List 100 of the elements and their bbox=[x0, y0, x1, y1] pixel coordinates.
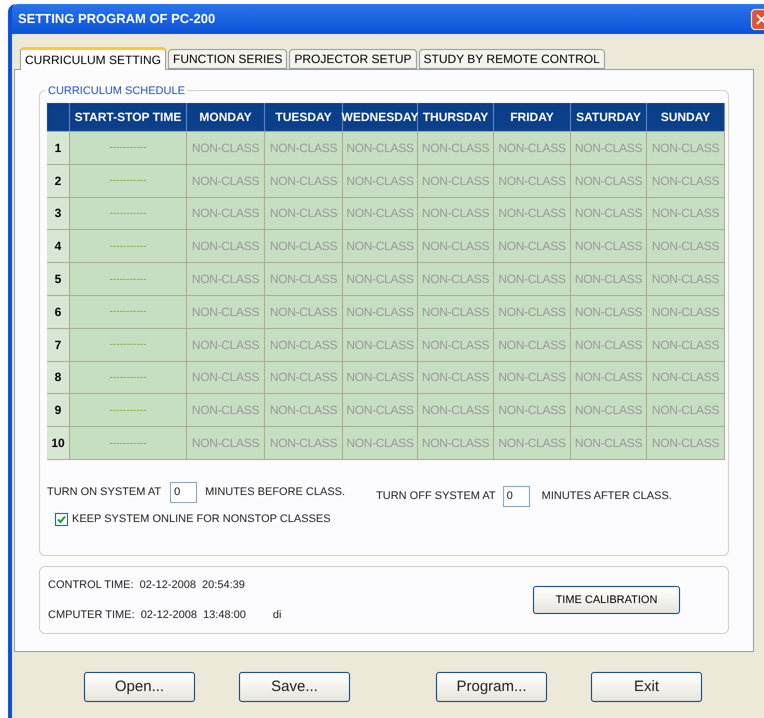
table-cell: NON-CLASS bbox=[494, 427, 571, 459]
table-cell: NON-CLASS bbox=[265, 198, 343, 230]
table-cell: NON-CLASS bbox=[418, 263, 494, 295]
dialog-button[interactable]: Exit bbox=[591, 672, 702, 702]
field-label: MINUTES AFTER CLASS. bbox=[542, 489, 672, 504]
status-text: di bbox=[272, 608, 282, 623]
table-cell: NON-CLASS bbox=[343, 296, 418, 328]
table-cell: NON-CLASS bbox=[187, 362, 265, 394]
table-cell: NON-CLASS bbox=[265, 394, 343, 426]
table-cell: NON-CLASS bbox=[494, 164, 571, 197]
table-cell: NON-CLASS bbox=[265, 296, 343, 328]
time-cell: ----------- bbox=[70, 230, 187, 262]
tab[interactable]: PROJECTOR SETUP bbox=[289, 49, 416, 69]
table-cell: NON-CLASS bbox=[647, 164, 725, 197]
table-cell: NON-CLASS bbox=[647, 198, 725, 230]
row-number: 3 bbox=[47, 198, 70, 230]
table-cell: NON-CLASS bbox=[494, 328, 571, 361]
dialog-button[interactable]: Open... bbox=[84, 672, 195, 702]
table-cell: NON-CLASS bbox=[343, 164, 418, 197]
table-cell: NON-CLASS bbox=[265, 328, 343, 361]
table-cell: NON-CLASS bbox=[647, 427, 725, 459]
row-number: 9 bbox=[47, 394, 70, 426]
table-cell: NON-CLASS bbox=[571, 362, 647, 394]
table-cell: NON-CLASS bbox=[187, 296, 265, 328]
row-number: 10 bbox=[47, 427, 70, 459]
input-field[interactable]: 0 bbox=[170, 482, 198, 503]
table-cell: NON-CLASS bbox=[265, 164, 343, 197]
table-cell: NON-CLASS bbox=[418, 230, 494, 262]
table-cell: NON-CLASS bbox=[187, 263, 265, 295]
column-header: TUESDAY bbox=[265, 103, 343, 131]
table-cell: NON-CLASS bbox=[647, 328, 725, 361]
table-cell: NON-CLASS bbox=[187, 164, 265, 197]
table-cell: NON-CLASS bbox=[265, 427, 343, 459]
table-cell: NON-CLASS bbox=[418, 328, 494, 361]
table-cell: NON-CLASS bbox=[571, 427, 647, 459]
table-cell: NON-CLASS bbox=[418, 164, 494, 197]
time-calibration-button[interactable]: TIME CALIBRATION bbox=[533, 586, 680, 614]
time-cell: ----------- bbox=[70, 164, 187, 197]
table-cell: NON-CLASS bbox=[343, 362, 418, 394]
dialog-button[interactable]: Program... bbox=[436, 672, 547, 702]
row-number: 2 bbox=[47, 164, 70, 197]
checkbox-label: KEEP SYSTEM ONLINE FOR NONSTOP CLASSES bbox=[72, 512, 331, 527]
row-number: 8 bbox=[47, 362, 70, 394]
table-cell: NON-CLASS bbox=[418, 362, 494, 394]
column-header: WEDNESDAY bbox=[343, 103, 418, 131]
table-cell: NON-CLASS bbox=[571, 263, 647, 295]
dialog-button[interactable]: Save... bbox=[239, 672, 350, 702]
table-cell: NON-CLASS bbox=[647, 263, 725, 295]
table-cell: NON-CLASS bbox=[418, 198, 494, 230]
row-number: 7 bbox=[47, 328, 70, 361]
close-icon bbox=[756, 14, 764, 24]
table-cell: NON-CLASS bbox=[571, 132, 647, 164]
checkmark-icon bbox=[57, 514, 66, 524]
column-header: THURSDAY bbox=[418, 103, 494, 131]
table-cell: NON-CLASS bbox=[494, 198, 571, 230]
table-cell: NON-CLASS bbox=[647, 132, 725, 164]
table-cell: NON-CLASS bbox=[647, 362, 725, 394]
table-cell: NON-CLASS bbox=[343, 198, 418, 230]
table-cell: NON-CLASS bbox=[494, 230, 571, 262]
table-cell: NON-CLASS bbox=[343, 132, 418, 164]
table-cell: NON-CLASS bbox=[494, 394, 571, 426]
field-label: MINUTES BEFORE CLASS. bbox=[205, 485, 346, 500]
field-label: TURN ON SYSTEM AT bbox=[47, 485, 162, 500]
table-cell: NON-CLASS bbox=[571, 328, 647, 361]
table-cell: NON-CLASS bbox=[571, 230, 647, 262]
column-header: START-STOP TIME bbox=[70, 103, 187, 131]
table-cell: NON-CLASS bbox=[187, 394, 265, 426]
table-cell: NON-CLASS bbox=[187, 427, 265, 459]
table-cell: NON-CLASS bbox=[343, 394, 418, 426]
checkbox[interactable] bbox=[55, 512, 68, 526]
table-cell: NON-CLASS bbox=[187, 328, 265, 361]
column-header: MONDAY bbox=[187, 103, 265, 131]
row-number: 5 bbox=[47, 263, 70, 295]
input-field[interactable]: 0 bbox=[502, 486, 530, 507]
table-cell: NON-CLASS bbox=[647, 230, 725, 262]
table-cell: NON-CLASS bbox=[265, 263, 343, 295]
table-cell: NON-CLASS bbox=[343, 328, 418, 361]
table-cell: NON-CLASS bbox=[418, 427, 494, 459]
field-label: TURN OFF SYSTEM AT bbox=[376, 489, 496, 504]
row-number: 6 bbox=[47, 296, 70, 328]
table-cell: NON-CLASS bbox=[343, 230, 418, 262]
table-cell: NON-CLASS bbox=[647, 296, 725, 328]
time-cell: ----------- bbox=[70, 198, 187, 230]
column-header: SUNDAY bbox=[647, 103, 725, 131]
table-cell: NON-CLASS bbox=[571, 164, 647, 197]
time-cell: ----------- bbox=[70, 362, 187, 394]
table-cell: NON-CLASS bbox=[571, 198, 647, 230]
table-cell: NON-CLASS bbox=[265, 362, 343, 394]
tab[interactable]: STUDY BY REMOTE CONTROL bbox=[418, 49, 605, 69]
tab[interactable]: CURRICULUM SETTING bbox=[20, 47, 166, 70]
table-cell: NON-CLASS bbox=[494, 296, 571, 328]
table-cell: NON-CLASS bbox=[418, 394, 494, 426]
table-cell: NON-CLASS bbox=[265, 230, 343, 262]
window-title: SETTING PROGRAM OF PC-200 bbox=[18, 10, 216, 28]
table-cell: NON-CLASS bbox=[647, 394, 725, 426]
table-cell: NON-CLASS bbox=[187, 198, 265, 230]
tab[interactable]: FUNCTION SERIES bbox=[168, 49, 288, 69]
table-cell: NON-CLASS bbox=[418, 296, 494, 328]
table-cell: NON-CLASS bbox=[418, 132, 494, 164]
table-cell: NON-CLASS bbox=[343, 263, 418, 295]
